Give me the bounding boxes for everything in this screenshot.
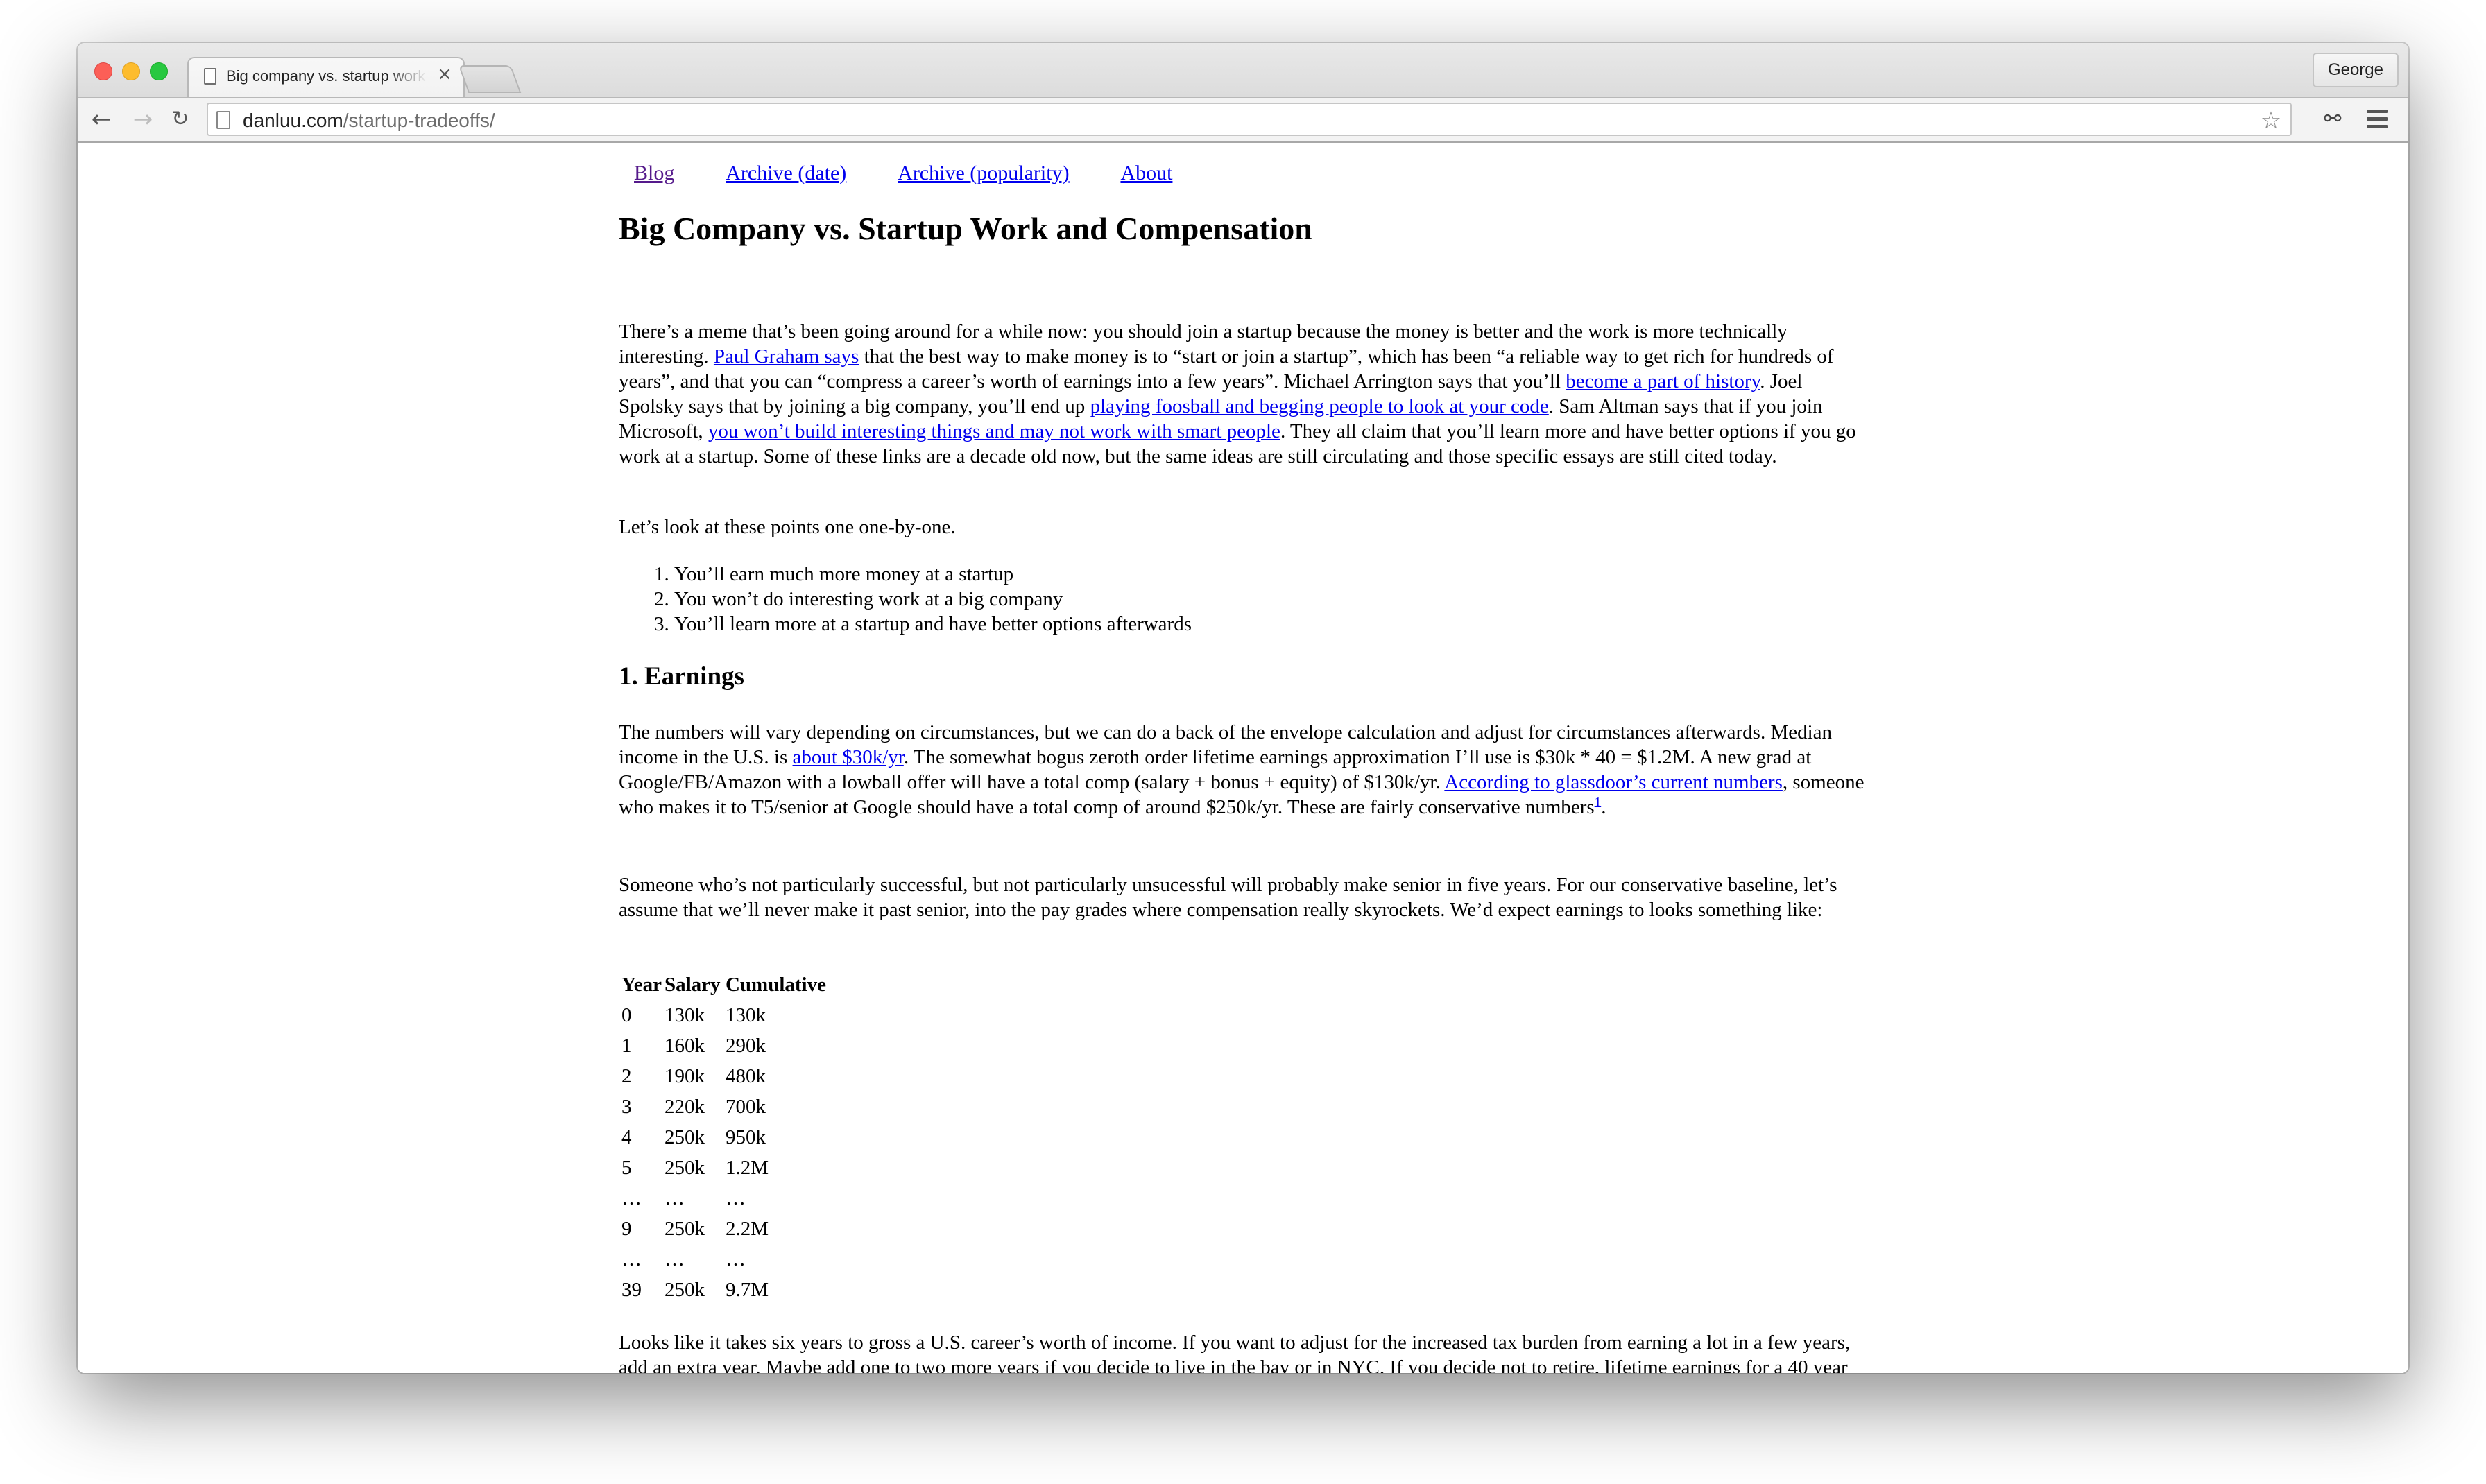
table-row: 4 250k 950k [622,1122,829,1153]
table-row: 39 250k 9.7M [622,1275,829,1305]
earnings-paragraph: The numbers will vary depending on circu… [619,720,1867,820]
cell: 250k [664,1218,705,1240]
cell: … [725,1248,746,1270]
page-title: Big Company vs. Startup Work and Compens… [619,211,1312,246]
cell: 5 [622,1157,632,1179]
window-minimize-button[interactable] [122,62,140,80]
cell: 4 [622,1126,632,1148]
cell: 250k [664,1279,705,1301]
table-row: … … … [622,1183,829,1214]
cell: 220k [664,1096,705,1118]
cell: 9.7M [725,1279,769,1301]
lifetime-earnings-paragraph: Looks like it takes six years to gross a… [619,1331,1851,1373]
section-heading-earnings: 1. Earnings [619,662,744,691]
cell: 9 [622,1218,632,1240]
earnings-table: Year Salary Cumulative 0 130k 130k 1 160k 29… [622,969,829,1305]
cell: 1 [622,1035,632,1057]
text: . [1601,796,1606,818]
cell: 130k [725,1004,766,1026]
points-intro: Let’s look at these points one one-by-on… [619,516,956,538]
tab-close-icon[interactable]: × [434,64,455,85]
link-become-part-of-history[interactable]: become a part of history [1566,370,1760,392]
cell: … [725,1187,746,1209]
profile-button[interactable]: George [2312,53,2399,87]
link-glassdoor-numbers[interactable]: According to glassdoor’s current numbers [1444,771,1783,793]
browser-window: Big company vs. startup work and compens… [78,43,2408,1373]
cell: 2.2M [725,1218,769,1240]
cell: 480k [725,1065,766,1087]
back-arrow-icon[interactable]: ← [86,104,117,135]
column-header: Salary [664,974,721,996]
page-icon [204,68,216,85]
cell: 290k [725,1035,766,1057]
nav-link-about[interactable]: About [1120,162,1172,184]
page-content: Blog Archive (date) Archive (popularity)… [78,143,2408,1373]
cell: 0 [622,1004,632,1026]
forward-arrow-icon[interactable]: → [128,104,158,135]
table-row: 9 250k 2.2M [622,1214,829,1244]
cell: 39 [622,1279,642,1301]
table-row: … … … [622,1244,829,1275]
tab-strip: Big company vs. startup work and compens… [78,43,2408,97]
page-icon [216,111,230,129]
table-row: 2 190k 480k [622,1061,829,1092]
address-bar-url[interactable]: danluu.com/startup-tradeoffs/ [243,110,495,132]
reload-icon[interactable]: ↻ [165,104,196,135]
reader-glasses-icon[interactable]: ⚯ [2317,104,2349,135]
nav-link-archive-date[interactable]: Archive (date) [726,162,846,184]
table-row: 0 130k 130k [622,1000,829,1030]
column-header: Year [622,974,662,996]
intro-paragraph: There’s a meme that’s been going around … [619,319,1867,469]
nav-link-blog[interactable]: Blog [634,162,674,184]
table-row: 1 160k 290k [622,1030,829,1061]
cell: 250k [664,1157,705,1179]
url-path: /startup-tradeoffs/ [343,110,495,131]
cell: 190k [664,1065,705,1087]
cell: … [664,1187,685,1209]
address-bar[interactable]: danluu.com/startup-tradeoffs/ ☆ [207,103,2292,136]
tab-title: Big company vs. startup work and compens… [226,67,427,85]
browser-toolbar: ← → ↻ danluu.com/startup-tradeoffs/ ☆ ⚯ [78,97,2408,143]
column-header: Cumulative [725,974,826,996]
cell: 950k [725,1126,766,1148]
cell: 130k [664,1004,705,1026]
footnote-link[interactable]: 1 [1595,795,1602,809]
link-about-30k[interactable]: about $30k/yr [793,746,904,768]
cell: … [664,1248,685,1270]
cell: 250k [664,1126,705,1148]
cell: … [622,1187,642,1209]
cell: 1.2M [725,1157,769,1179]
url-domain: danluu.com [243,110,343,131]
baseline-paragraph: Someone who’s not particularly successfu… [619,874,1837,921]
site-nav: Blog Archive (date) Archive (popularity)… [634,161,1219,186]
new-tab-button[interactable] [458,65,522,93]
table-row: 5 250k 1.2M [622,1153,829,1183]
bookmark-star-icon[interactable]: ☆ [2257,107,2285,135]
link-playing-foosball[interactable]: playing foosball and begging people to l… [1090,395,1549,417]
browser-tab-active[interactable]: Big company vs. startup work and compens… [187,57,465,97]
hamburger-menu-icon[interactable] [2367,110,2388,129]
cell: 160k [664,1035,705,1057]
link-wont-build-interesting-things[interactable]: you won’t build interesting things and m… [708,420,1280,442]
points-list: You’ll earn much more money at a startup… [619,562,1192,637]
window-close-button[interactable] [94,62,112,80]
cell: 2 [622,1065,632,1087]
list-item: You won’t do interesting work at a big c… [674,587,1192,612]
table-header-row: Year Salary Cumulative [622,969,829,1000]
nav-link-archive-popularity[interactable]: Archive (popularity) [898,162,1069,184]
table-row: 3 220k 700k [622,1092,829,1122]
cell: 700k [725,1096,766,1118]
list-item: You’ll earn much more money at a startup [674,562,1192,587]
link-paul-graham-says[interactable]: Paul Graham says [714,345,859,368]
window-maximize-button[interactable] [150,62,168,80]
cell: … [622,1248,642,1270]
list-item: You’ll learn more at a startup and have … [674,612,1192,637]
cell: 3 [622,1096,632,1118]
